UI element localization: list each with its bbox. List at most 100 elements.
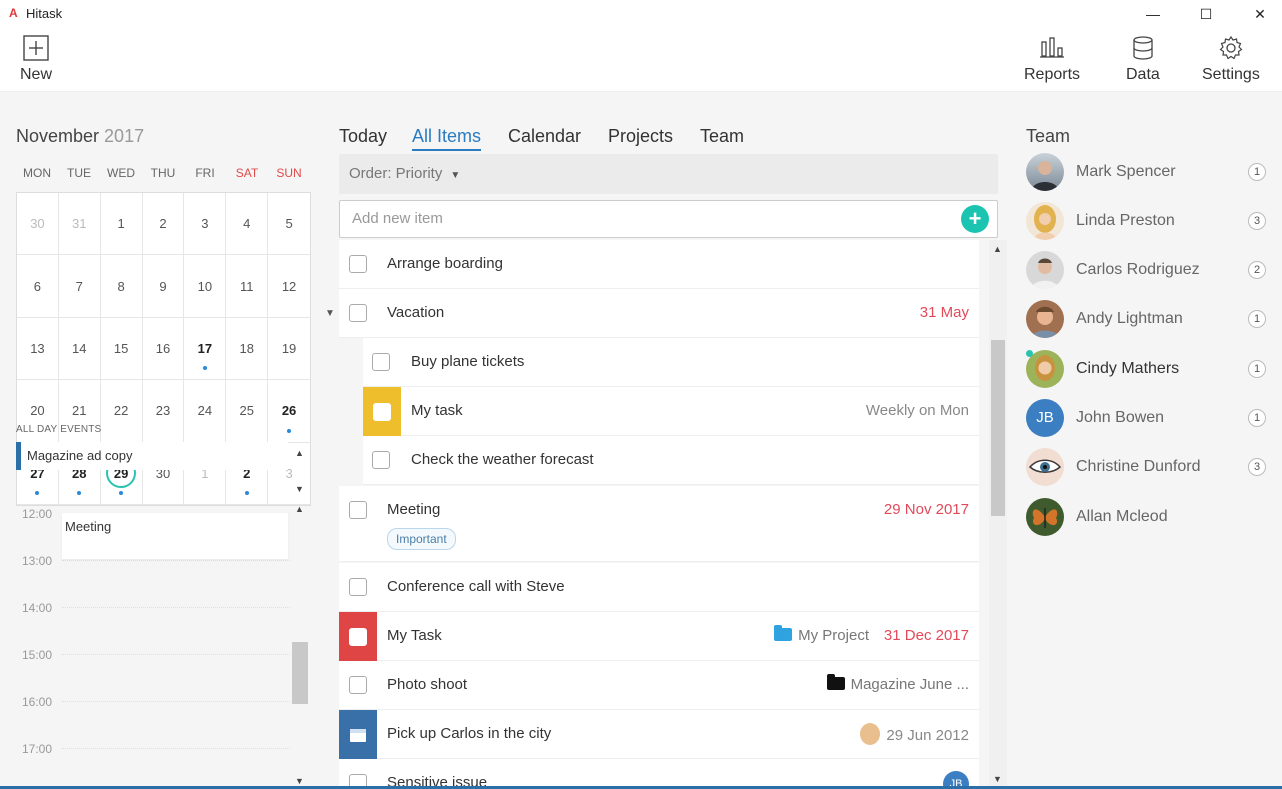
- item-checkbox[interactable]: [349, 255, 367, 273]
- collapse-caret-icon[interactable]: ▼: [325, 308, 335, 319]
- close-button[interactable]: ✕: [1237, 0, 1282, 28]
- reports-button[interactable]: Reports: [1024, 34, 1080, 84]
- list-item[interactable]: Arrange boarding: [339, 240, 979, 289]
- day-cell-event[interactable]: 17: [184, 317, 227, 381]
- scroll-up-icon[interactable]: ▲: [993, 244, 1002, 254]
- team-member[interactable]: Carlos Rodriguez 2: [1026, 251, 1282, 291]
- day-cell[interactable]: 16: [142, 317, 185, 381]
- add-item-input[interactable]: [340, 201, 940, 235]
- day-cell[interactable]: 30: [17, 193, 59, 256]
- list-subitem[interactable]: My task Weekly on Mon: [363, 387, 979, 436]
- day-cell[interactable]: 14: [58, 317, 101, 381]
- settings-button[interactable]: Settings: [1202, 34, 1260, 84]
- day-cell[interactable]: 15: [100, 317, 143, 381]
- scroll-up-icon[interactable]: ▲: [295, 504, 304, 514]
- scroll-down-icon[interactable]: ▼: [993, 774, 1002, 784]
- team-member[interactable]: Christine Dunford 3: [1026, 448, 1282, 488]
- day-cell[interactable]: 1: [100, 193, 143, 256]
- item-checkbox[interactable]: [349, 627, 367, 646]
- list-item[interactable]: Sensitive issue JB: [339, 759, 979, 789]
- item-project[interactable]: Magazine June ...: [826, 674, 969, 693]
- team-member[interactable]: Cindy Mathers 1: [1026, 350, 1282, 390]
- scroll-down-icon[interactable]: ▼: [295, 484, 304, 494]
- item-date: 31 Dec 2017: [883, 627, 969, 644]
- list-item[interactable]: My Task My Project 31 Dec 2017: [339, 612, 979, 661]
- add-item-button[interactable]: +: [961, 205, 989, 233]
- event-dot: [287, 428, 292, 433]
- tag-important[interactable]: Important: [387, 528, 456, 550]
- list-subitem[interactable]: Buy plane tickets: [363, 338, 979, 387]
- day-cell[interactable]: 23: [142, 380, 185, 443]
- minimize-button[interactable]: —: [1130, 0, 1176, 28]
- item-checkbox[interactable]: [372, 451, 390, 469]
- day-cell[interactable]: 3: [184, 193, 227, 256]
- calendar-panel: November 2017 MON TUE WED THU FRI SAT SU…: [0, 92, 325, 789]
- scrollbar-thumb[interactable]: [292, 642, 308, 704]
- list-subitem[interactable]: Check the weather forecast: [363, 436, 979, 485]
- day-cell[interactable]: 19: [268, 318, 310, 381]
- day-cell[interactable]: 13: [17, 317, 59, 381]
- items-scrollbar[interactable]: ▲ ▼: [989, 240, 1007, 789]
- day-cell[interactable]: 18: [226, 317, 269, 381]
- item-checkbox[interactable]: [349, 501, 367, 519]
- maximize-button[interactable]: ☐: [1183, 0, 1229, 28]
- new-button[interactable]: New: [20, 34, 52, 84]
- avatar: [1026, 202, 1064, 240]
- day-cell[interactable]: 11: [226, 255, 269, 318]
- team-member[interactable]: Andy Lightman 1: [1026, 300, 1282, 340]
- scroll-up-icon[interactable]: ▲: [295, 448, 304, 458]
- day-cell[interactable]: 24: [184, 380, 227, 443]
- list-item[interactable]: Pick up Carlos in the city 29 Jun 2012: [339, 710, 979, 759]
- day-cell[interactable]: 7: [58, 255, 101, 318]
- event-dot: [77, 491, 82, 495]
- day-cell[interactable]: 22: [100, 380, 143, 443]
- item-checkbox[interactable]: [349, 676, 367, 694]
- member-name: Andy Lightman: [1076, 310, 1183, 327]
- timeline-event-meeting[interactable]: Meeting: [62, 513, 288, 559]
- all-day-scrollbar[interactable]: ▲ ▼: [292, 444, 308, 496]
- day-timeline[interactable]: 12:00 13:00 14:00 15:00 16:00 17:00 Meet…: [0, 497, 310, 789]
- day-cell[interactable]: 25: [226, 380, 269, 443]
- tab-calendar[interactable]: Calendar: [508, 126, 581, 147]
- day-cell[interactable]: 2: [142, 193, 185, 256]
- tab-today[interactable]: Today: [339, 126, 387, 147]
- all-day-event[interactable]: Magazine ad copy: [16, 442, 288, 470]
- scroll-down-icon[interactable]: ▼: [295, 776, 304, 786]
- item-date: 29 Jun 2012: [886, 727, 969, 744]
- day-cell[interactable]: 4: [226, 193, 269, 256]
- day-cell-event[interactable]: 26: [268, 380, 310, 443]
- member-name: Allan Mcleod: [1076, 508, 1168, 525]
- day-cell[interactable]: 5: [268, 193, 310, 256]
- item-checkbox[interactable]: [373, 402, 391, 421]
- item-checkbox[interactable]: [372, 353, 390, 371]
- item-checkbox[interactable]: [349, 304, 367, 322]
- order-dropdown[interactable]: Order: Priority ▼: [339, 154, 998, 194]
- tab-projects[interactable]: Projects: [608, 126, 673, 147]
- list-item[interactable]: Meeting 29 Nov 2017 Important: [339, 486, 979, 562]
- tab-all-items[interactable]: All Items: [412, 126, 482, 151]
- day-cell[interactable]: 6: [17, 255, 59, 318]
- eye-icon: [1028, 459, 1062, 473]
- team-member[interactable]: Mark Spencer 1: [1026, 153, 1282, 193]
- day-cell[interactable]: 31: [58, 193, 101, 256]
- team-member[interactable]: Linda Preston 3: [1026, 202, 1282, 242]
- tab-team[interactable]: Team: [700, 126, 744, 147]
- team-member[interactable]: Allan Mcleod: [1026, 498, 1282, 538]
- item-project[interactable]: My Project: [774, 625, 869, 644]
- data-label: Data: [1126, 66, 1160, 83]
- items-panel: Today All Items Calendar Projects Team O…: [325, 92, 1010, 789]
- item-checkbox[interactable]: [349, 578, 367, 596]
- day-cell[interactable]: 12: [268, 255, 310, 318]
- data-button[interactable]: Data: [1126, 34, 1160, 84]
- timeline-scrollbar[interactable]: ▲ ▼: [292, 502, 308, 788]
- team-member[interactable]: JB John Bowen 1: [1026, 399, 1282, 439]
- day-cell[interactable]: 10: [184, 255, 227, 318]
- item-title: Pick up Carlos in the city: [387, 725, 552, 742]
- scrollbar-thumb[interactable]: [991, 340, 1005, 516]
- day-cell[interactable]: 8: [100, 255, 143, 318]
- avatar: [1026, 448, 1064, 486]
- day-cell[interactable]: 9: [142, 255, 185, 318]
- list-item[interactable]: Conference call with Steve: [339, 563, 979, 612]
- list-item[interactable]: Photo shoot Magazine June ...: [339, 661, 979, 710]
- list-item[interactable]: Vacation 31 May: [339, 289, 979, 338]
